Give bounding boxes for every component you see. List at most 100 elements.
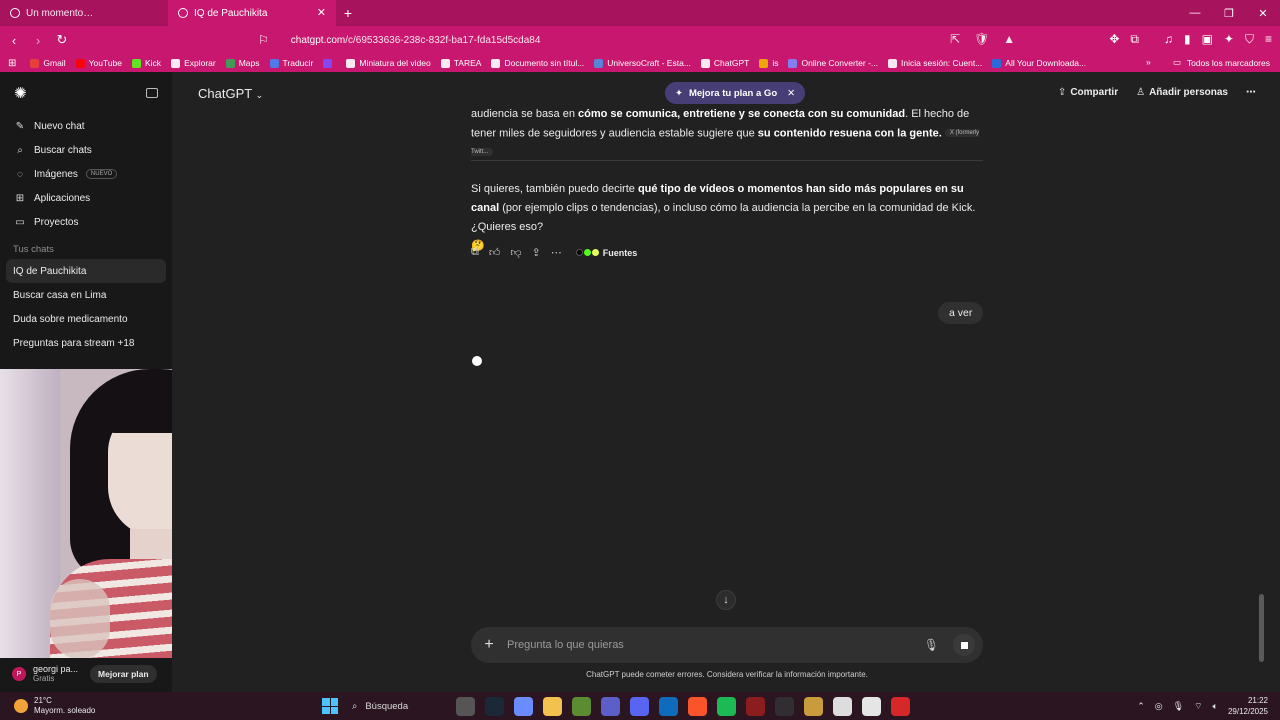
- copilot-icon[interactable]: [514, 696, 533, 716]
- close-icon[interactable]: ✕: [317, 6, 326, 19]
- brave-shields-icon[interactable]: 🛡: [974, 32, 989, 46]
- leo-ai-icon[interactable]: ✦: [1224, 32, 1234, 47]
- explorer-icon[interactable]: [543, 696, 562, 716]
- bookmark-item[interactable]: All Your Downloada...: [992, 58, 1086, 68]
- chevron-up-icon[interactable]: ⌃: [1137, 701, 1145, 712]
- bookmark-item[interactable]: [323, 58, 336, 68]
- url-field[interactable]: chatgpt.com/c/69533636-238c-832f-ba17-fd…: [291, 35, 541, 46]
- copy-icon[interactable]: ⧉: [471, 246, 479, 259]
- all-bookmarks[interactable]: ▭ Todos los marcadores: [1173, 57, 1270, 68]
- discord-icon[interactable]: [630, 696, 649, 716]
- model-selector[interactable]: ChatGPT ⌄: [198, 86, 263, 101]
- restore-icon[interactable]: ❐: [1212, 0, 1246, 26]
- thumbs-up-icon[interactable]: 👍︎: [489, 246, 501, 259]
- network-icon[interactable]: ◎: [1155, 701, 1163, 712]
- app-white-icon[interactable]: [833, 696, 852, 716]
- sidebar-item[interactable]: ▭ Proyectos: [0, 210, 172, 234]
- sources-button[interactable]: Fuentes: [575, 248, 637, 258]
- bookmark-item[interactable]: Maps: [225, 58, 260, 68]
- chat-list-item[interactable]: Duda sobre medicamento: [6, 307, 166, 331]
- tab-loading[interactable]: Un momento…: [0, 0, 168, 26]
- share-button[interactable]: ⇪ Compartir: [1058, 87, 1118, 98]
- bookmark-item[interactable]: ChatGPT: [700, 58, 749, 68]
- thumbs-down-icon[interactable]: 👎︎: [510, 246, 521, 259]
- chat-list-item[interactable]: IQ de Pauchikita: [6, 259, 166, 283]
- user-profile[interactable]: P georgi pa... Gratis Mejorar plan: [0, 656, 172, 692]
- upgrade-go-pill[interactable]: ✦ Mejora tu plan a Go ✕: [665, 82, 806, 104]
- sidebar-item[interactable]: ⌕ Buscar chats: [0, 138, 172, 162]
- chat-list-item[interactable]: Preguntas para stream +18: [6, 331, 166, 355]
- window-close-icon[interactable]: ✕: [1246, 0, 1280, 26]
- windows-start-icon[interactable]: [322, 698, 338, 714]
- reload-icon[interactable]: ↻: [52, 32, 72, 48]
- prompt-input[interactable]: [507, 639, 924, 651]
- bookmarks-bar: ⊞ Gmail YouTube Kick Explorar Maps Traducir Mi…: [0, 54, 1280, 72]
- upgrade-plan-button[interactable]: Mejorar plan: [90, 665, 157, 683]
- file-icon[interactable]: [456, 696, 475, 716]
- league-icon[interactable]: [804, 696, 823, 716]
- app-redbox-icon[interactable]: [891, 696, 910, 716]
- extensions-icon[interactable]: ✥: [1109, 32, 1119, 47]
- scrollbar[interactable]: [1259, 594, 1264, 662]
- bookmark-item[interactable]: YouTube: [75, 58, 122, 68]
- music-icon[interactable]: ♫: [1164, 32, 1173, 47]
- forward-icon[interactable]: ›: [28, 33, 48, 48]
- stop-button[interactable]: [953, 634, 975, 656]
- minecraft-icon[interactable]: [572, 696, 591, 716]
- scroll-down-button[interactable]: ↓: [716, 590, 736, 610]
- wifi-icon[interactable]: ⌔: [1194, 701, 1202, 712]
- microphone-icon[interactable]: 🎙︎: [924, 638, 939, 652]
- sidebar-item[interactable]: ✎ Nuevo chat: [0, 114, 172, 138]
- bookmark-favicon-icon: [30, 58, 40, 68]
- app-cat-icon[interactable]: [862, 696, 881, 716]
- apps-grid-icon[interactable]: ⊞: [8, 58, 16, 69]
- share-icon[interactable]: ⇪: [532, 246, 541, 259]
- bookmark-item[interactable]: TAREA: [440, 58, 481, 68]
- bookmark-item[interactable]: Explorar: [171, 58, 216, 68]
- bookmark-item[interactable]: Gmail: [30, 58, 66, 68]
- sidebar-item[interactable]: ⊞ Aplicaciones: [0, 186, 172, 210]
- close-icon[interactable]: ✕: [787, 88, 795, 99]
- more-bookmarks-icon[interactable]: »: [1146, 57, 1151, 67]
- brave-icon[interactable]: [688, 696, 707, 716]
- bookmark-item[interactable]: Documento sin títul...: [491, 58, 584, 68]
- teams-icon[interactable]: [601, 696, 620, 716]
- bookmark-item[interactable]: is: [759, 58, 778, 68]
- add-people-button[interactable]: ♙ Añadir personas: [1136, 87, 1228, 98]
- obs-icon[interactable]: [775, 696, 794, 716]
- minimize-icon[interactable]: —: [1178, 0, 1212, 26]
- wallet-icon[interactable]: ▣: [1202, 32, 1213, 47]
- bookmark-item[interactable]: Kick: [132, 58, 161, 68]
- sidebar-toggle-icon[interactable]: [146, 88, 158, 98]
- app-red-icon[interactable]: [746, 696, 765, 716]
- bookmark-item[interactable]: Traducir: [269, 58, 313, 68]
- new-tab-button[interactable]: +: [336, 0, 360, 26]
- more-icon[interactable]: ⋯: [551, 246, 562, 259]
- screenshot-icon[interactable]: ⧉: [1130, 32, 1139, 47]
- weather-widget[interactable]: 21°C Mayorm. soleado: [14, 696, 95, 716]
- menu-icon[interactable]: ≡: [1265, 32, 1272, 47]
- bookmark-item[interactable]: Miniatura del video: [346, 58, 431, 68]
- openai-logo-icon[interactable]: ✺: [14, 84, 27, 102]
- tab-active[interactable]: IQ de Pauchikita ✕: [168, 0, 336, 26]
- more-options-icon[interactable]: ⋯: [1246, 87, 1256, 98]
- sidebar-panel-icon[interactable]: ▮: [1184, 32, 1191, 47]
- bookmark-item[interactable]: Inicia sesión: Cuent...: [888, 58, 982, 68]
- mic-icon[interactable]: 🎙︎: [1173, 701, 1184, 712]
- clock[interactable]: 21:22 29/12/2025: [1228, 695, 1268, 717]
- chat-list-item[interactable]: Buscar casa en Lima: [6, 283, 166, 307]
- volume-icon[interactable]: 🔈︎: [1213, 701, 1218, 712]
- steam-icon[interactable]: [485, 696, 504, 716]
- vpn-icon[interactable]: ⛉: [1245, 32, 1254, 47]
- bookmark-icon[interactable]: ⚐: [258, 33, 269, 47]
- spotify-icon[interactable]: [717, 696, 736, 716]
- share-page-icon[interactable]: ⇱: [950, 32, 960, 46]
- back-icon[interactable]: ‹: [4, 33, 24, 48]
- taskbar-search[interactable]: ⌕ Búsqueda: [348, 696, 446, 716]
- sidebar-item[interactable]: ◌ Imágenes NUEVO: [0, 162, 172, 186]
- bookmark-item[interactable]: Online Converter -...: [788, 58, 878, 68]
- bookmark-item[interactable]: UniversoCraft - Esta...: [594, 58, 691, 68]
- mail-icon[interactable]: [659, 696, 678, 716]
- brave-rewards-icon[interactable]: ▲: [1003, 32, 1015, 46]
- plus-icon[interactable]: +: [471, 636, 507, 654]
